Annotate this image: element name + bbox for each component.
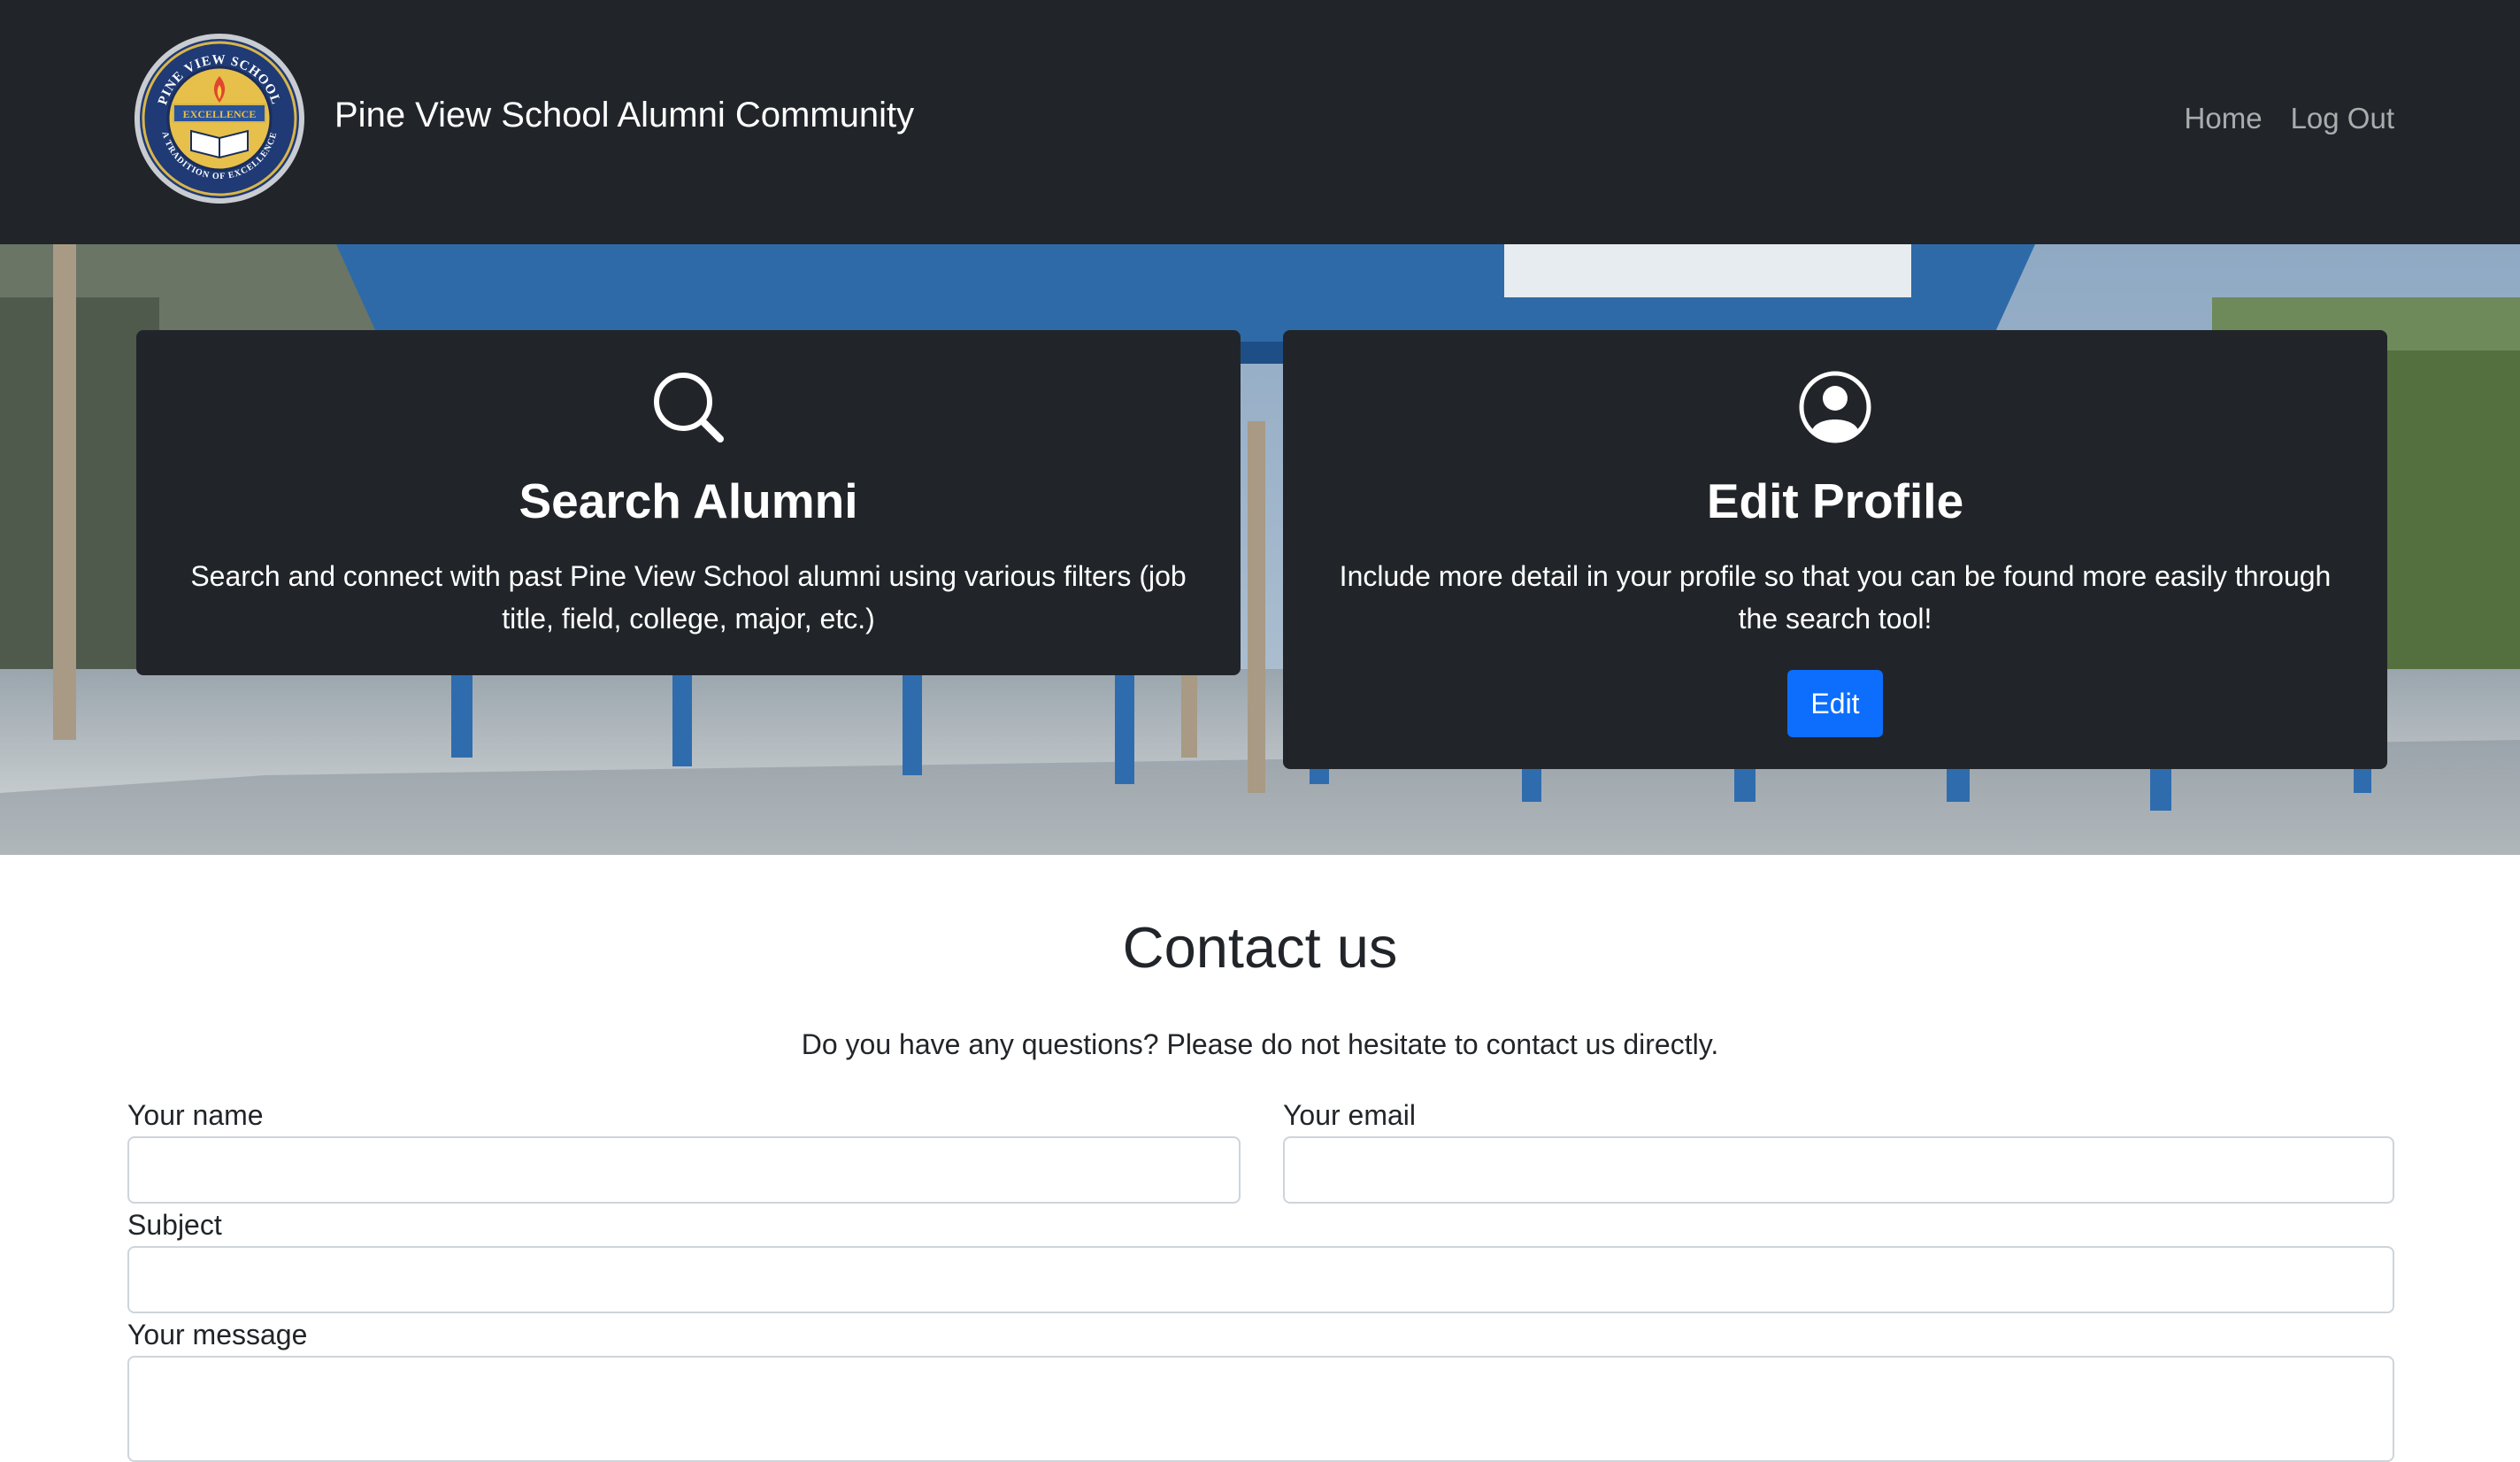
edit-profile-title: Edit Profile [1706,473,1964,528]
edit-profile-description: Include more detail in your profile so t… [1339,560,2332,635]
svg-text:EXCELLENCE: EXCELLENCE [183,108,257,120]
email-label: Your email [1283,1099,1417,1131]
edit-profile-card: Edit Profile Include more detail in your… [1283,330,2387,769]
name-label: Your name [127,1099,264,1131]
hero-banner: Search Alumni Search and connect with pa… [0,244,2520,855]
message-label: Your message [127,1319,308,1350]
contact-lead-text: Do you have any questions? Please do not… [801,1028,1719,1060]
subject-label: Subject [127,1209,222,1241]
subject-input[interactable] [127,1246,2394,1313]
search-alumni-title: Search Alumni [519,473,858,528]
search-alumni-description: Search and connect with past Pine View S… [190,560,1187,635]
search-alumni-card[interactable]: Search Alumni Search and connect with pa… [136,330,1241,675]
edit-profile-button[interactable]: Edit [1787,670,1883,737]
school-seal-logo[interactable]: EXCELLENCE PINE VIEW SCHOOL A TRADITION … [129,32,310,205]
email-input[interactable] [1283,1136,2394,1204]
search-icon [654,373,724,442]
name-input[interactable] [127,1136,1241,1204]
nav-link-log-out[interactable]: Log Out [2291,99,2394,138]
message-textarea[interactable] [127,1356,2394,1462]
navbar: EXCELLENCE PINE VIEW SCHOOL A TRADITION … [0,0,2520,244]
user-circle-icon [1799,371,1871,443]
brand-title[interactable]: Pine View School Alumni Community [334,94,914,136]
contact-title: Contact us [1122,915,1398,980]
nav-links: Home Log Out [2185,99,2394,138]
nav-link-home[interactable]: Home [2185,99,2263,138]
